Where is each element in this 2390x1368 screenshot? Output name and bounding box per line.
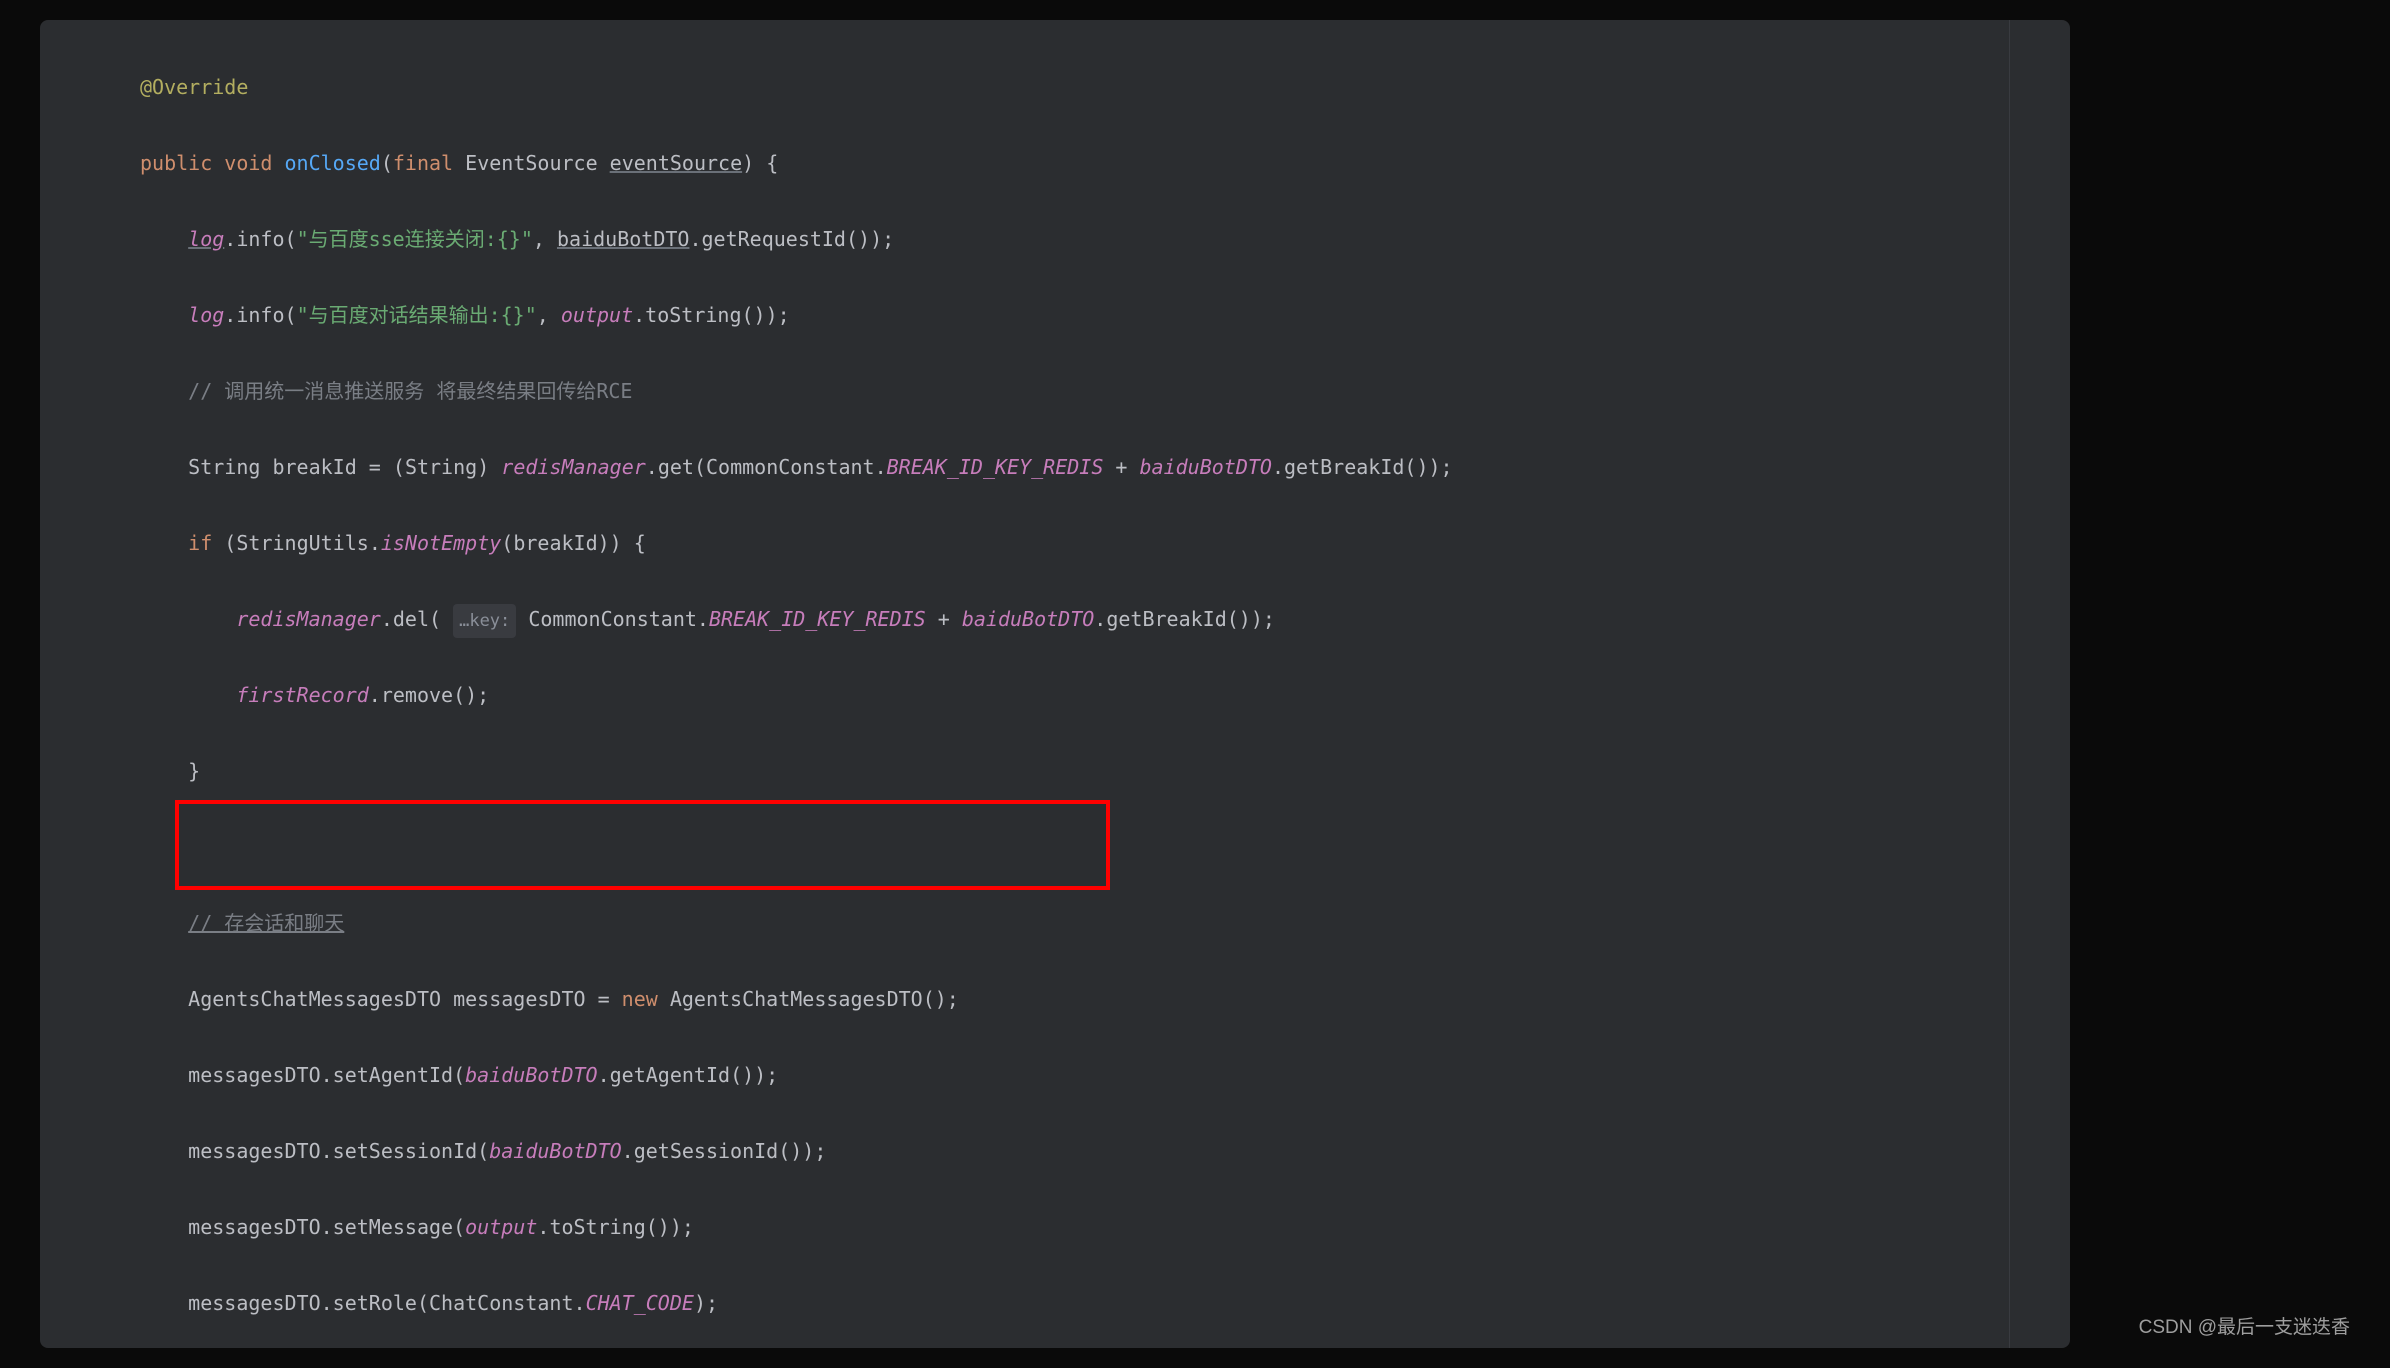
code-line: AgentsChatMessagesDTO messagesDTO = new … bbox=[140, 980, 2070, 1018]
parameter-hint: …key: bbox=[453, 604, 516, 638]
code-editor[interactable]: @Override public void onClosed(final Eve… bbox=[40, 20, 2070, 1348]
editor-margin-line bbox=[2009, 20, 2010, 1348]
code-line: String breakId = (String) redisManager.g… bbox=[140, 448, 2070, 486]
code-line: public void onClosed(final EventSource e… bbox=[140, 144, 2070, 182]
code-line: messagesDTO.setRole(ChatConstant.CHAT_CO… bbox=[140, 1284, 2070, 1322]
code-line: if (StringUtils.isNotEmpty(breakId)) { bbox=[140, 524, 2070, 562]
code-line: redisManager.del( …key: CommonConstant.B… bbox=[140, 600, 2070, 638]
annotation: @Override bbox=[140, 75, 248, 99]
code-line: messagesDTO.setSessionId(baiduBotDTO.get… bbox=[140, 1132, 2070, 1170]
csdn-watermark: CSDN @最后一支迷迭香 bbox=[2139, 1310, 2350, 1346]
code-line: @Override bbox=[140, 68, 2070, 106]
code-line: } bbox=[140, 752, 2070, 790]
code-line: messagesDTO.setMessage(output.toString()… bbox=[140, 1208, 2070, 1246]
code-line: log.info("与百度sse连接关闭:{}", baiduBotDTO.ge… bbox=[140, 220, 2070, 258]
code-line: messagesDTO.setAgentId(baiduBotDTO.getAg… bbox=[140, 1056, 2070, 1094]
code-content[interactable]: @Override public void onClosed(final Eve… bbox=[40, 20, 2070, 1348]
code-line bbox=[140, 828, 2070, 866]
code-line: firstRecord.remove(); bbox=[140, 676, 2070, 714]
code-line: log.info("与百度对话结果输出:{}", output.toString… bbox=[140, 296, 2070, 334]
code-line: // 存会话和聊天 bbox=[140, 904, 2070, 942]
code-line: // 调用统一消息推送服务 将最终结果回传给RCE bbox=[140, 372, 2070, 410]
